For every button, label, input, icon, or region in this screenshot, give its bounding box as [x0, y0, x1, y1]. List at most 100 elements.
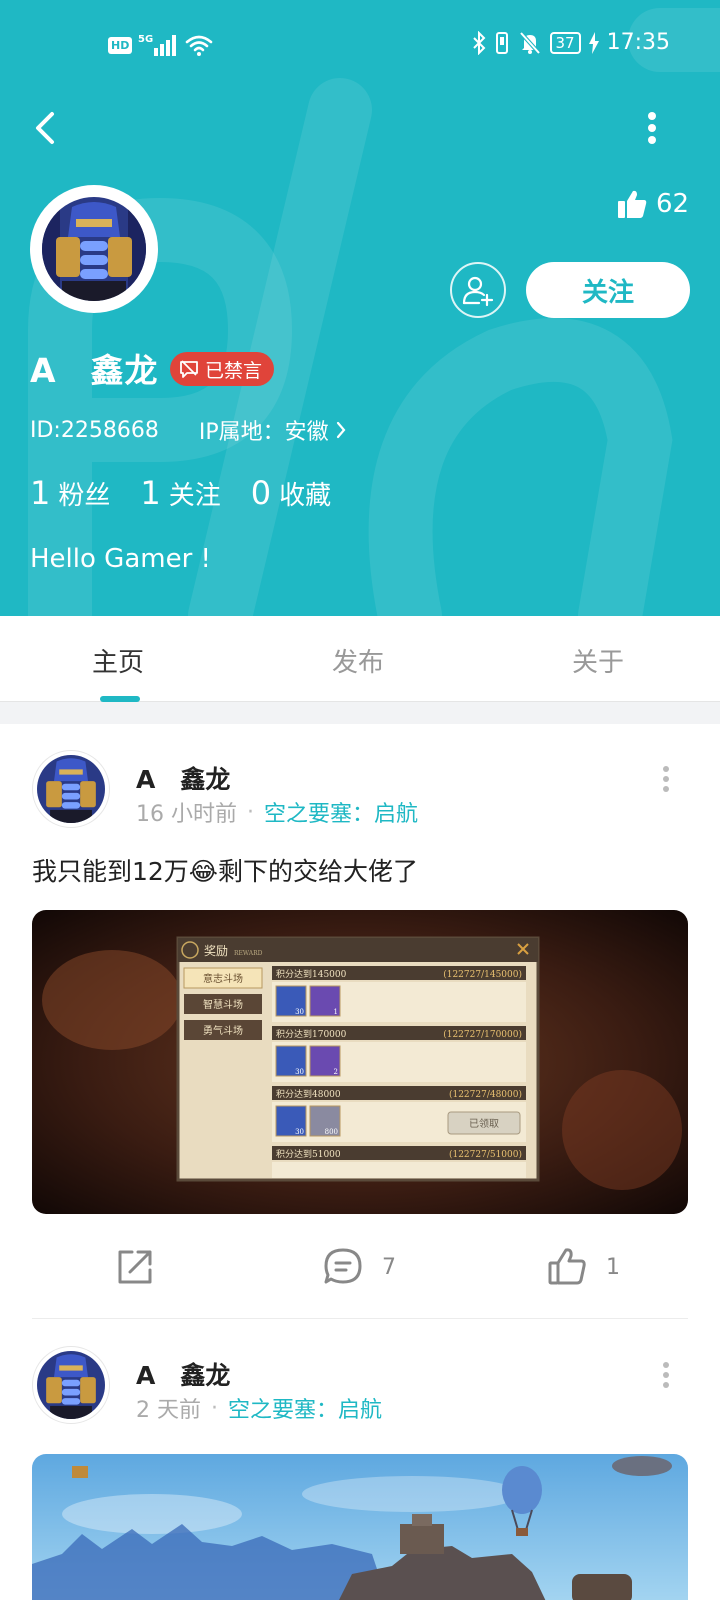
comment-count: 7 [382, 1254, 396, 1280]
profile-username: A 鑫龙 [30, 351, 159, 390]
meta-separator: · [247, 799, 254, 825]
screenshot-menu-item: 勇气斗场 [203, 1024, 243, 1037]
reward-goal: 积分达到48000 [276, 1088, 341, 1100]
profile-stats: 1 粉丝 1 关注 0 收藏 [30, 474, 361, 512]
post-avatar[interactable] [32, 1346, 110, 1424]
reward-item-count: 30 [295, 1008, 304, 1016]
ip-location: IP属地：安徽 [198, 420, 329, 445]
post-game-link[interactable]: 空之要塞：启航 [264, 796, 418, 828]
signal-icon: 5G [138, 34, 177, 56]
likes-count: 62 [656, 189, 690, 219]
add-friend-button[interactable] [450, 262, 506, 318]
stat-number: 1 [30, 474, 51, 512]
hd-badge: HD [108, 36, 133, 54]
profile-avatar[interactable] [30, 185, 158, 313]
user-id: ID:2258668 [30, 417, 159, 443]
banned-label: 已禁言 [205, 359, 263, 382]
feed-post: A 鑫龙 16 小时前 · 空之要塞：启航 我只能到12万😂剩下的交给大佬了 奖… [0, 724, 720, 1320]
reward-progress: (122727/51000) [449, 1149, 522, 1160]
stat-number: 1 [140, 474, 161, 512]
post-time: 2 天前 [136, 1398, 201, 1423]
screenshot-menu-item: 智慧斗场 [203, 998, 243, 1011]
vibrate-icon [495, 31, 508, 54]
battery-icon: 37 [549, 31, 581, 54]
clock-time: 17:35 [606, 30, 670, 55]
reward-goal: 积分达到145000 [276, 968, 347, 980]
id-row: ID:2258668 IP属地：安徽 [30, 414, 347, 446]
reward-item-count: 800 [325, 1128, 338, 1136]
reward-progress: (122727/170000) [443, 1029, 522, 1040]
robot-avatar-image [37, 755, 105, 823]
thumbs-up-icon [618, 190, 647, 218]
section-gap [0, 702, 720, 724]
like-count: 1 [606, 1254, 620, 1280]
profile-bio: Hello Gamer ! [30, 544, 211, 574]
tab-posts[interactable]: 发布 [332, 642, 384, 679]
reward-item-count: 2 [334, 1068, 338, 1076]
feed-post: A 鑫龙 2 天前 · 空之要塞：启航 [0, 1320, 720, 1600]
reward-item-count: 30 [295, 1068, 304, 1076]
stat-label: 关注 [168, 481, 221, 511]
post-meta: 16 小时前 · 空之要塞：启航 [136, 796, 418, 828]
reward-panel-title: 奖励 [204, 944, 228, 958]
profile-likes[interactable]: 62 [616, 188, 689, 220]
like-button[interactable]: 1 [546, 1246, 620, 1288]
thumbs-up-icon [548, 1248, 586, 1285]
reward-goal: 积分达到51000 [276, 1148, 341, 1160]
post-author[interactable]: A 鑫龙 [136, 1356, 230, 1392]
stat-label: 粉丝 [58, 481, 111, 511]
post-avatar[interactable] [32, 750, 110, 828]
post-author[interactable]: A 鑫龙 [136, 760, 230, 796]
post-actions: 7 1 [0, 1246, 720, 1306]
meta-separator: · [211, 1395, 218, 1421]
tab-home[interactable]: 主页 [92, 642, 144, 679]
back-arrow-icon[interactable] [26, 106, 66, 150]
post-more-icon[interactable] [660, 1360, 672, 1390]
follow-button[interactable]: 关注 [526, 262, 690, 318]
stat-label: 收藏 [279, 481, 332, 511]
post-time: 16 小时前 [136, 802, 237, 827]
robot-avatar-image [37, 1351, 105, 1419]
ip-location-link[interactable]: IP属地：安徽 [199, 414, 347, 446]
share-icon [118, 1250, 152, 1284]
game-reward-screenshot: 奖励 REWARD 意志斗场 智慧斗场 勇气斗场 积分达到145000 (122… [32, 910, 688, 1214]
reward-progress: (122727/48000) [449, 1089, 522, 1100]
more-options-icon[interactable] [640, 108, 664, 148]
post-text: 我只能到12万😂剩下的交给大佬了 [32, 857, 419, 886]
comment-button[interactable]: 7 [322, 1246, 396, 1288]
reward-progress: (122727/145000) [443, 969, 522, 980]
charging-icon [588, 31, 599, 54]
reward-item-count: 30 [295, 1128, 304, 1136]
stat-number: 0 [250, 474, 272, 512]
post-divider [32, 1318, 688, 1319]
banned-badge: 已禁言 [170, 352, 275, 386]
add-user-icon [462, 276, 494, 307]
screenshot-menu-item: 意志斗场 [203, 972, 243, 985]
status-bar: HD 5G 37 17:35 [0, 0, 720, 92]
chevron-right-icon [336, 421, 346, 439]
profile-tabs: 主页 发布 关于 [0, 616, 720, 702]
reward-item-count: 1 [334, 1008, 338, 1016]
post-image[interactable]: 奖励 REWARD 意志斗场 智慧斗场 勇气斗场 积分达到145000 (122… [32, 910, 688, 1214]
reward-panel-subtitle: REWARD [234, 950, 263, 957]
post-game-link[interactable]: 空之要塞：启航 [228, 1392, 382, 1424]
game-scenery-screenshot [32, 1454, 688, 1600]
stat-fans[interactable]: 1 粉丝 [30, 474, 110, 512]
muted-chat-icon [180, 360, 198, 378]
bluetooth-icon [472, 30, 485, 55]
post-meta: 2 天前 · 空之要塞：启航 [136, 1392, 382, 1424]
share-button[interactable] [114, 1246, 156, 1288]
reward-goal: 积分达到170000 [276, 1028, 347, 1040]
tab-about[interactable]: 关于 [572, 642, 624, 679]
comment-icon [324, 1248, 362, 1284]
post-more-icon[interactable] [660, 764, 672, 794]
robot-avatar-image [42, 197, 146, 301]
profile-header: HD 5G 37 17:35 62 关注 A 鑫龙 已禁言 ID:2258668… [0, 0, 720, 616]
mute-icon [519, 31, 540, 54]
stat-following[interactable]: 1 关注 [140, 474, 220, 512]
wifi-icon [186, 35, 213, 56]
svg-text:5G: 5G [138, 34, 153, 45]
reward-claimed-label: 已领取 [469, 1117, 499, 1130]
post-image[interactable] [32, 1454, 688, 1600]
stat-favorites[interactable]: 0 收藏 [251, 474, 331, 512]
